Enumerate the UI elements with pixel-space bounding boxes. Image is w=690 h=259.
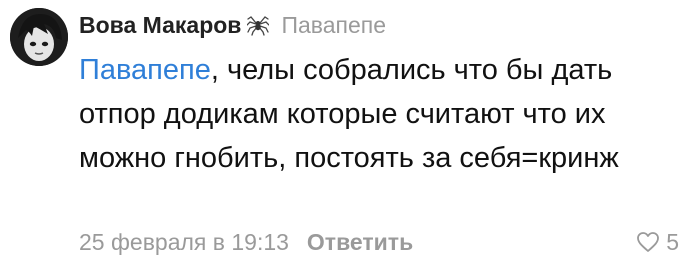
reply-to-name[interactable]: Павапепе <box>281 12 386 39</box>
likes-count: 5 <box>666 228 679 255</box>
comment-body: Вова Макаров Павапепе Павапепе, челы соб… <box>79 8 679 180</box>
avatar-image <box>10 8 68 66</box>
heart-icon <box>637 232 660 252</box>
comment-header: Вова Макаров Павапепе <box>79 8 679 42</box>
comment-footer: 25 февраля в 19:13 Ответить 5 <box>79 228 679 256</box>
spider-icon <box>246 14 271 36</box>
comment-date[interactable]: 25 февраля в 19:13 <box>79 229 289 256</box>
author-name[interactable]: Вова Макаров <box>79 12 241 39</box>
comment-text: Павапепе, челы собрались что бы дать отп… <box>79 48 679 180</box>
avatar[interactable] <box>10 8 68 66</box>
like-button[interactable]: 5 <box>636 228 679 256</box>
mention-link[interactable]: Павапепе <box>79 54 211 86</box>
reply-button[interactable]: Ответить <box>307 229 413 256</box>
comment: Вова Макаров Павапепе Павапепе, челы соб… <box>0 0 690 259</box>
